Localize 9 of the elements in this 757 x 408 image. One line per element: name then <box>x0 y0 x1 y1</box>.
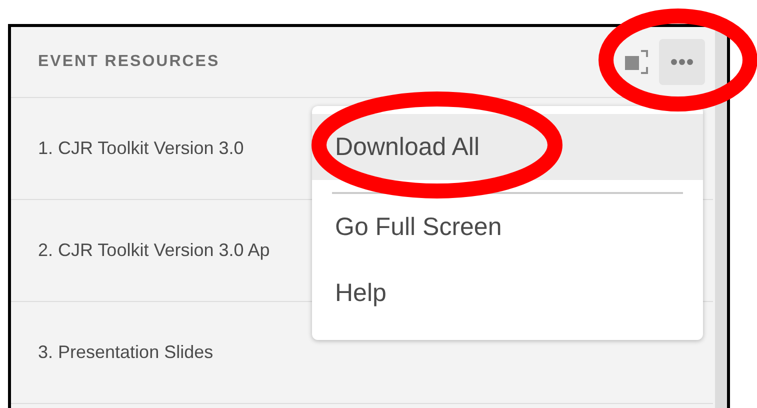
menu-item[interactable]: Help <box>312 260 703 326</box>
resource-item[interactable]: 2. CJR Toolkit Version 3.0 Ap <box>38 240 270 261</box>
fullscreen-icon[interactable] <box>623 49 649 75</box>
resource-item[interactable]: 3. Presentation Slides <box>38 342 214 363</box>
more-button[interactable] <box>659 39 705 85</box>
panel-title: EVENT RESOURCES <box>38 53 221 71</box>
menu-item[interactable]: Go Full Screen <box>312 194 703 260</box>
ellipsis-icon <box>670 58 694 66</box>
resource-item[interactable]: 1. CJR Toolkit Version 3.0 <box>38 138 244 159</box>
